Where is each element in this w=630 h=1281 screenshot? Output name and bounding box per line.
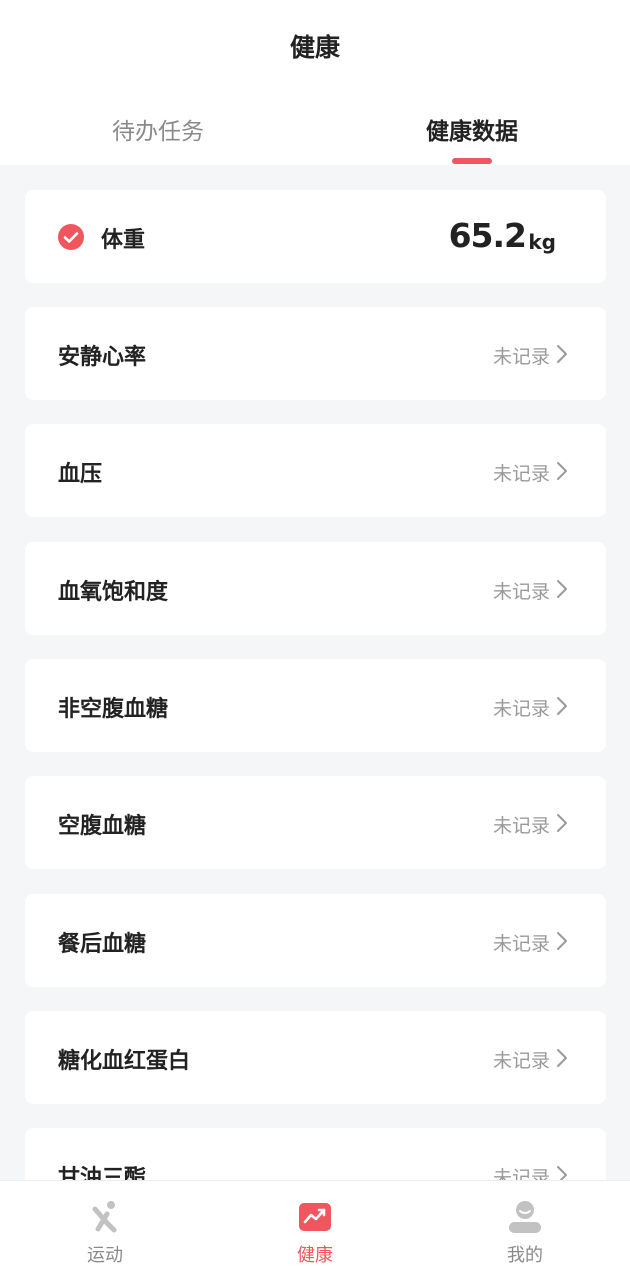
metric-card-resting-heart-rate[interactable]: 安静心率 未记录 <box>25 307 606 400</box>
trend-chart-icon <box>299 1203 331 1231</box>
metric-card-postprandial-glucose[interactable]: 餐后血糖 未记录 <box>25 894 606 987</box>
metric-label: 血氧饱和度 <box>58 580 169 605</box>
check-icon <box>58 224 84 250</box>
active-tab-indicator <box>452 158 492 164</box>
metric-label: 糖化血红蛋白 <box>58 1049 191 1074</box>
metric-status: 未记录 <box>492 1167 550 1180</box>
metric-status: 未记录 <box>492 581 550 603</box>
metric-label: 安静心率 <box>58 345 147 370</box>
user-icon <box>509 1201 541 1233</box>
nav-item-health[interactable]: 健康 <box>255 1181 375 1281</box>
chevron-right-icon <box>557 814 567 832</box>
metric-status: 未记录 <box>492 815 550 837</box>
metric-label: 非空腹血糖 <box>58 697 169 722</box>
chevron-right-icon <box>557 932 567 950</box>
weight-unit: kg <box>528 230 556 254</box>
metric-status: 未记录 <box>492 1050 550 1072</box>
chevron-right-icon <box>557 1049 567 1067</box>
nav-label: 运动 <box>87 1245 123 1266</box>
page-title: 健康 <box>289 33 340 62</box>
chevron-right-icon <box>557 580 567 598</box>
bottom-nav: 运动 健康 我的 <box>0 1180 630 1281</box>
metric-card-triglycerides[interactable]: 甘油三酯 未记录 <box>25 1128 606 1180</box>
metric-label: 餐后血糖 <box>58 932 147 957</box>
chevron-right-icon <box>557 345 567 363</box>
tab-todo[interactable]: 待办任务 <box>58 112 258 146</box>
weight-value: 65.2 <box>448 216 527 255</box>
weight-card[interactable]: 体重 65.2 kg <box>25 190 606 283</box>
nav-item-mine[interactable]: 我的 <box>465 1181 585 1281</box>
metric-label: 空腹血糖 <box>58 814 147 839</box>
nav-label: 健康 <box>297 1245 333 1266</box>
metric-card-non-fasting-glucose[interactable]: 非空腹血糖 未记录 <box>25 659 606 752</box>
metric-status: 未记录 <box>492 463 550 485</box>
metric-status: 未记录 <box>492 346 550 368</box>
metric-card-hba1c[interactable]: 糖化血红蛋白 未记录 <box>25 1011 606 1104</box>
chevron-right-icon <box>557 1166 567 1180</box>
metric-card-blood-oxygen[interactable]: 血氧饱和度 未记录 <box>25 542 606 635</box>
running-icon <box>92 1201 117 1233</box>
metric-card-fasting-glucose[interactable]: 空腹血糖 未记录 <box>25 776 606 869</box>
metric-label: 血压 <box>58 462 103 487</box>
metric-status: 未记录 <box>492 933 550 955</box>
nav-label: 我的 <box>507 1245 543 1266</box>
metric-label: 甘油三酯 <box>58 1166 147 1180</box>
chevron-right-icon <box>557 697 567 715</box>
weight-label: 体重 <box>101 228 146 253</box>
tab-health-data[interactable]: 健康数据 <box>372 112 572 146</box>
metric-card-blood-pressure[interactable]: 血压 未记录 <box>25 424 606 517</box>
health-data-list[interactable]: 体重 65.2 kg 安静心率 未记录 血压 未记录 血氧饱和度 未记录 非空腹… <box>0 165 630 1180</box>
metric-status: 未记录 <box>492 698 550 720</box>
header: 健康 待办任务 健康数据 <box>0 0 630 165</box>
chevron-right-icon <box>557 462 567 480</box>
nav-item-sport[interactable]: 运动 <box>45 1181 165 1281</box>
